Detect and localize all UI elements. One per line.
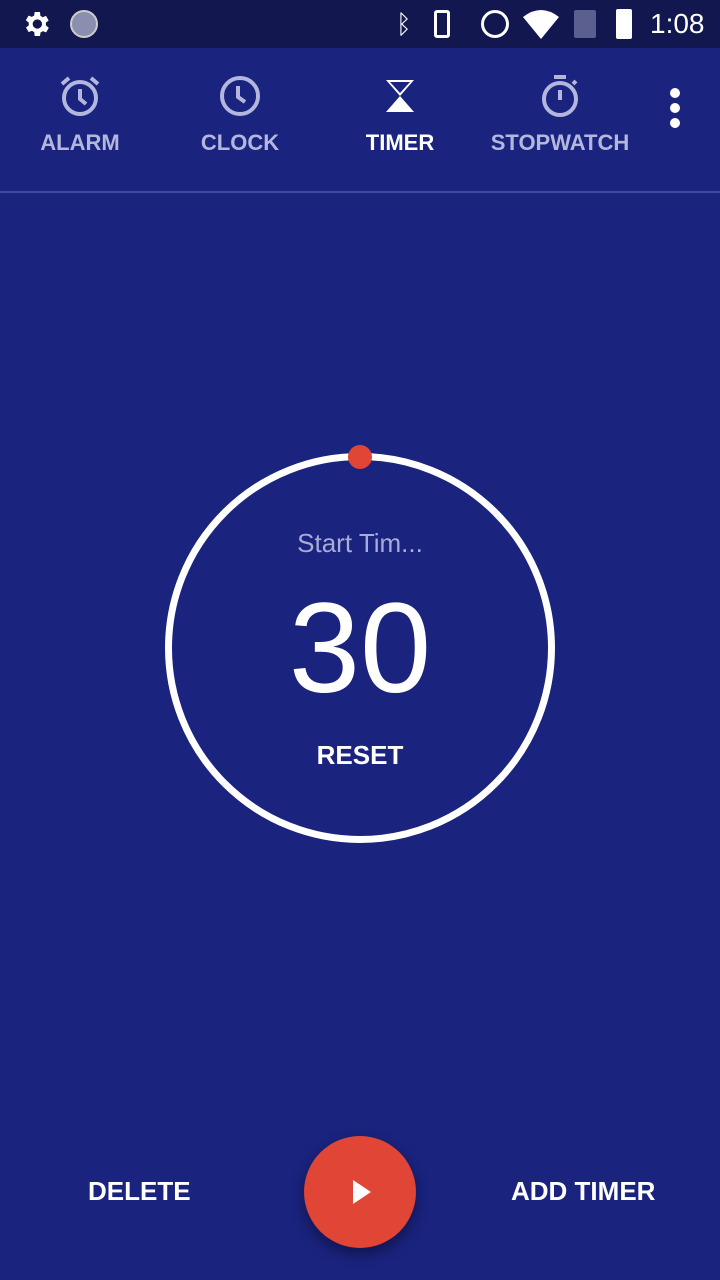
vibrate-icon [434,0,450,48]
bluetooth-icon: ᛒ [396,8,412,39]
settings-icon [20,0,52,48]
play-icon [353,1180,371,1204]
tab-alarm[interactable]: ALARM [0,48,160,191]
tab-label: TIMER [365,130,435,155]
tab-label: ALARM [40,130,120,155]
sync-icon [70,0,98,48]
status-bar: ᛒ 1:08 [0,0,720,48]
tab-label: CLOCK [200,130,280,155]
tab-timer[interactable]: TIMER [320,48,480,191]
no-sim-icon [574,0,596,48]
add-timer-button[interactable]: ADD TIMER [511,1176,655,1207]
reset-button[interactable]: RESET [0,740,720,771]
alarm-icon [481,0,509,48]
progress-indicator-dot [348,445,372,469]
timer-label[interactable]: Start Tim... [0,528,720,559]
more-options-icon[interactable] [670,88,682,128]
hourglass-icon [386,80,414,112]
clock-icon [220,76,260,116]
stopwatch-icon [542,75,578,117]
tab-label: STOPWATCH [490,130,630,155]
tab-bar: ALARM CLOCK TIMER STOPWATCH [0,48,720,193]
delete-button[interactable]: DELETE [88,1176,191,1207]
tab-clock[interactable]: CLOCK [160,48,320,191]
status-time: 1:08 [650,8,705,39]
alarm-icon [60,76,100,116]
play-button[interactable] [304,1136,416,1248]
battery-charging-icon [616,0,632,48]
tab-stopwatch[interactable]: STOPWATCH [480,48,640,191]
timer-time[interactable]: 30 [0,575,720,722]
wifi-icon [523,0,559,48]
